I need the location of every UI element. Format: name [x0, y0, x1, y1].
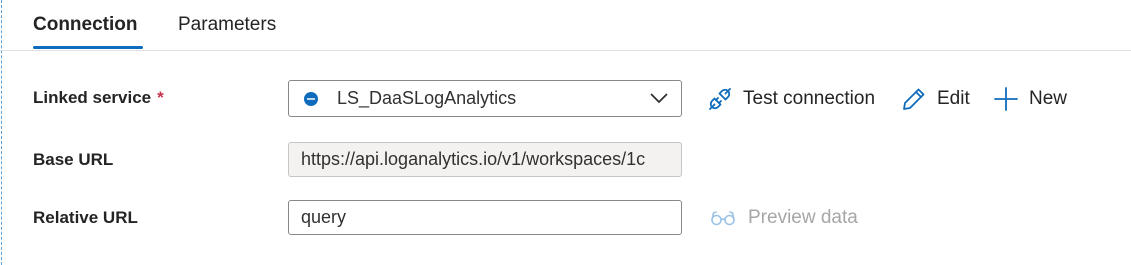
- test-connection-label: Test connection: [743, 88, 876, 109]
- edit-label: Edit: [937, 88, 970, 109]
- new-label: New: [1029, 88, 1068, 109]
- relative-url-input[interactable]: query: [288, 200, 682, 235]
- test-connection-button[interactable]: Test connection: [707, 86, 875, 112]
- preview-data-button[interactable]: Preview data: [710, 206, 858, 230]
- linked-service-value: LS_DaaSLogAnalytics: [337, 88, 517, 108]
- tab-selected-indicator: [33, 46, 143, 49]
- tab-parameters[interactable]: Parameters: [178, 13, 276, 37]
- chevron-down-icon[interactable]: [649, 90, 669, 106]
- log-analytics-service-icon: [304, 92, 318, 106]
- base-url-label: Base URL: [33, 150, 114, 169]
- edit-button[interactable]: Edit: [901, 86, 970, 112]
- dataset-connection-panel: Connection Parameters Linked service * LS…: [0, 0, 1131, 265]
- glasses-icon: [711, 211, 735, 226]
- linked-service-label: Linked service *: [33, 87, 164, 109]
- relative-url-label: Relative URL: [33, 208, 138, 227]
- required-marker: *: [157, 88, 164, 107]
- linked-service-dropdown[interactable]: LS_DaaSLogAnalytics: [288, 80, 682, 117]
- new-button[interactable]: New: [993, 86, 1067, 112]
- base-url-field: https://api.loganalytics.io/v1/workspace…: [288, 142, 682, 177]
- pencil-icon: [903, 88, 925, 110]
- plug-connection-icon: [709, 88, 731, 110]
- preview-data-label: Preview data: [748, 207, 858, 228]
- plus-icon: [994, 87, 1018, 111]
- tab-connection[interactable]: Connection: [33, 13, 138, 37]
- linked-service-label-text: Linked service: [33, 88, 152, 107]
- tab-bar: Connection Parameters: [0, 0, 1131, 51]
